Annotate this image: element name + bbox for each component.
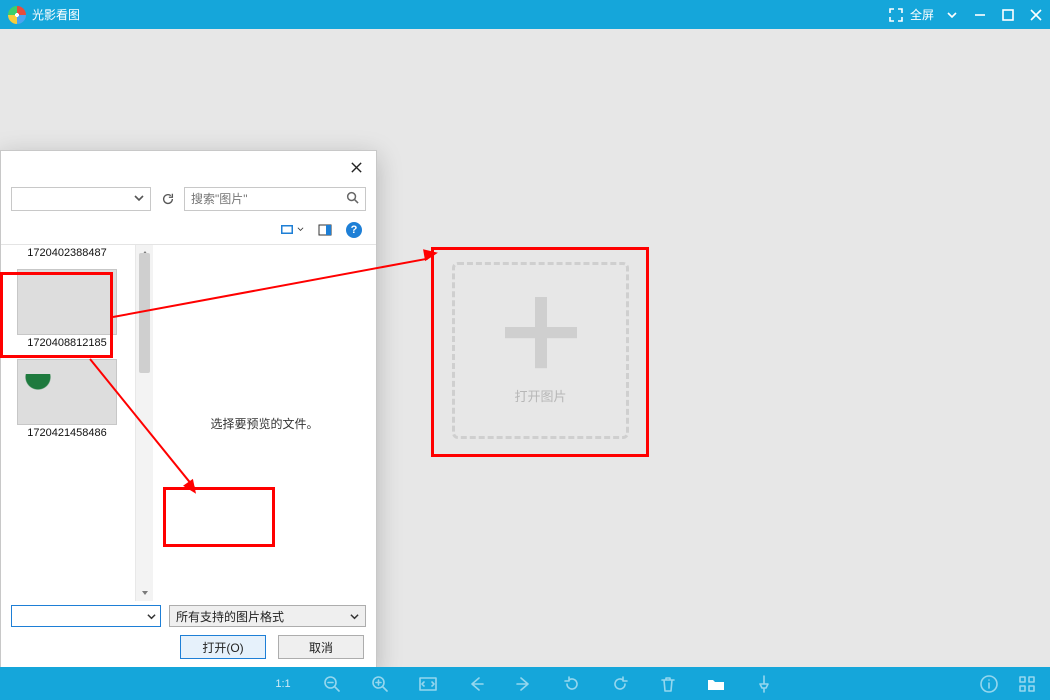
chevron-down-icon	[297, 226, 304, 233]
help-icon: ?	[351, 224, 358, 236]
cancel-button[interactable]: 取消	[278, 635, 364, 659]
zoom-ratio[interactable]: 1:1	[275, 678, 290, 690]
prev-image-button[interactable]	[465, 673, 487, 695]
fullscreen-button[interactable]	[882, 0, 910, 29]
fit-screen-button[interactable]	[417, 673, 439, 695]
open-image-dropzone[interactable]: 打开图片	[440, 250, 641, 451]
preview-pane-icon	[318, 223, 332, 237]
view-mode-button[interactable]	[280, 223, 304, 237]
file-thumbnail-icon	[17, 269, 117, 335]
help-button[interactable]: ?	[346, 222, 362, 238]
maximize-button[interactable]	[994, 0, 1022, 29]
delete-button[interactable]	[657, 673, 679, 695]
rotate-right-button[interactable]	[609, 673, 631, 695]
rotate-left-icon	[562, 674, 582, 694]
open-image-label: 打开图片	[514, 386, 566, 405]
file-item[interactable]: 1720408812185	[5, 269, 129, 355]
chevron-down-icon	[947, 10, 957, 20]
trash-icon	[658, 674, 678, 694]
arrow-left-icon	[466, 674, 486, 694]
dialog-nav-row	[1, 183, 376, 215]
minimize-button[interactable]	[966, 0, 994, 29]
zoom-out-button[interactable]	[321, 673, 343, 695]
file-thumbnail-icon	[17, 359, 117, 425]
grid-button[interactable]	[1016, 673, 1038, 695]
refresh-icon	[161, 192, 175, 206]
path-dropdown[interactable]	[11, 187, 151, 211]
file-name: 1720408812185	[5, 335, 129, 355]
chevron-down-icon	[350, 612, 359, 621]
search-field[interactable]	[184, 187, 366, 211]
app-title: 光影看图	[32, 6, 80, 23]
app-logo-icon	[8, 6, 26, 24]
chevron-down-icon	[147, 612, 156, 621]
file-list-scrollbar[interactable]	[135, 245, 153, 601]
zoom-in-button[interactable]	[369, 673, 391, 695]
pin-button[interactable]	[753, 673, 775, 695]
scroll-thumb[interactable]	[139, 253, 150, 373]
file-name: 1720421458486	[5, 425, 129, 445]
rotate-left-button[interactable]	[561, 673, 583, 695]
close-icon	[1029, 8, 1043, 22]
file-item[interactable]: 1720402388487	[5, 245, 129, 265]
arrow-right-icon	[514, 674, 534, 694]
file-open-dialog: ? 1720402388487 1720408812185 1720421458…	[0, 150, 377, 672]
preview-empty-text: 选择要预览的文件。	[210, 415, 318, 432]
plus-icon	[505, 296, 577, 368]
minimize-icon	[973, 8, 987, 22]
titlebar-menu-button[interactable]	[938, 0, 966, 29]
close-button[interactable]	[1022, 0, 1050, 29]
title-bar: 光影看图 全屏	[0, 0, 1050, 29]
info-icon	[979, 674, 999, 694]
zoom-in-icon	[370, 674, 390, 694]
filename-field[interactable]	[11, 605, 161, 627]
file-thumbnail-column: 1720402388487 1720408812185 172042145848…	[1, 245, 135, 601]
file-item[interactable]: 1720421458486	[5, 359, 129, 445]
open-folder-button[interactable]	[705, 673, 727, 695]
preview-pane: 选择要预览的文件。	[153, 245, 376, 601]
open-button-label: 打开(O)	[202, 639, 243, 656]
search-icon	[346, 191, 359, 207]
next-image-button[interactable]	[513, 673, 535, 695]
fullscreen-label: 全屏	[910, 6, 934, 23]
file-type-filter[interactable]: 所有支持的图片格式	[169, 605, 366, 627]
annotation-arrow-head	[423, 247, 439, 261]
file-name: 1720402388487	[5, 245, 129, 265]
grid-icon	[1017, 674, 1037, 694]
bottom-toolbar: 1:1	[0, 667, 1050, 700]
dialog-body: 1720402388487 1720408812185 172042145848…	[1, 245, 376, 601]
search-input[interactable]	[191, 192, 346, 206]
file-type-filter-label: 所有支持的图片格式	[176, 608, 284, 625]
dialog-footer: 所有支持的图片格式 打开(O) 取消	[1, 601, 376, 671]
fit-screen-icon	[418, 674, 438, 694]
folder-open-icon	[706, 674, 726, 694]
pin-icon	[754, 674, 774, 694]
cancel-button-label: 取消	[309, 639, 333, 656]
dialog-header	[1, 151, 376, 183]
fullscreen-icon	[889, 8, 903, 22]
chevron-down-icon	[134, 192, 144, 206]
dialog-close-button[interactable]	[336, 151, 376, 183]
zoom-out-icon	[322, 674, 342, 694]
viewer-canvas: 打开图片	[0, 29, 1050, 667]
maximize-icon	[1001, 8, 1015, 22]
info-button[interactable]	[978, 673, 1000, 695]
close-icon	[350, 161, 363, 174]
rotate-right-icon	[610, 674, 630, 694]
refresh-button[interactable]	[159, 187, 176, 211]
dialog-toolbar: ?	[1, 215, 376, 245]
open-button[interactable]: 打开(O)	[180, 635, 266, 659]
preview-pane-toggle[interactable]	[318, 223, 332, 237]
thumbnails-icon	[280, 223, 294, 237]
scroll-down-button[interactable]	[136, 585, 153, 601]
